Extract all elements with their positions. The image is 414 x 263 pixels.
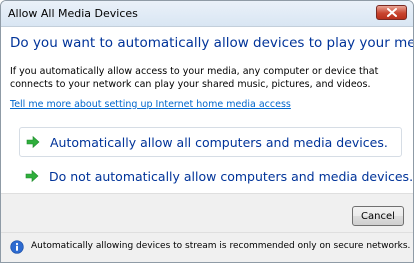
- footer-note-text: Automatically allowing devices to stream…: [31, 241, 411, 251]
- close-icon: [386, 8, 397, 17]
- button-bar: Cancel: [1, 193, 413, 232]
- do-not-allow-option-label: Do not automatically allow computers and…: [49, 168, 414, 184]
- info-icon: [10, 240, 24, 254]
- dialog-window: Allow All Media Devices Do you want to a…: [0, 0, 414, 263]
- footer-note: Automatically allowing devices to stream…: [1, 232, 413, 262]
- window-title: Allow All Media Devices: [8, 7, 138, 20]
- cancel-button[interactable]: Cancel: [352, 206, 404, 226]
- close-button[interactable]: [376, 5, 407, 20]
- allow-all-option[interactable]: Automatically allow all computers and me…: [19, 127, 402, 157]
- title-bar[interactable]: Allow All Media Devices: [1, 1, 413, 27]
- green-arrow-icon: [25, 169, 39, 183]
- dialog-content: Do you want to automatically allow devic…: [1, 27, 413, 193]
- allow-all-option-label: Automatically allow all computers and me…: [50, 134, 388, 150]
- green-arrow-icon: [26, 135, 40, 149]
- help-link[interactable]: Tell me more about setting up Internet h…: [10, 99, 291, 110]
- description-text: If you automatically allow access to you…: [10, 66, 379, 90]
- do-not-allow-option[interactable]: Do not automatically allow computers and…: [19, 161, 413, 191]
- main-instruction: Do you want to automatically allow devic…: [10, 35, 414, 51]
